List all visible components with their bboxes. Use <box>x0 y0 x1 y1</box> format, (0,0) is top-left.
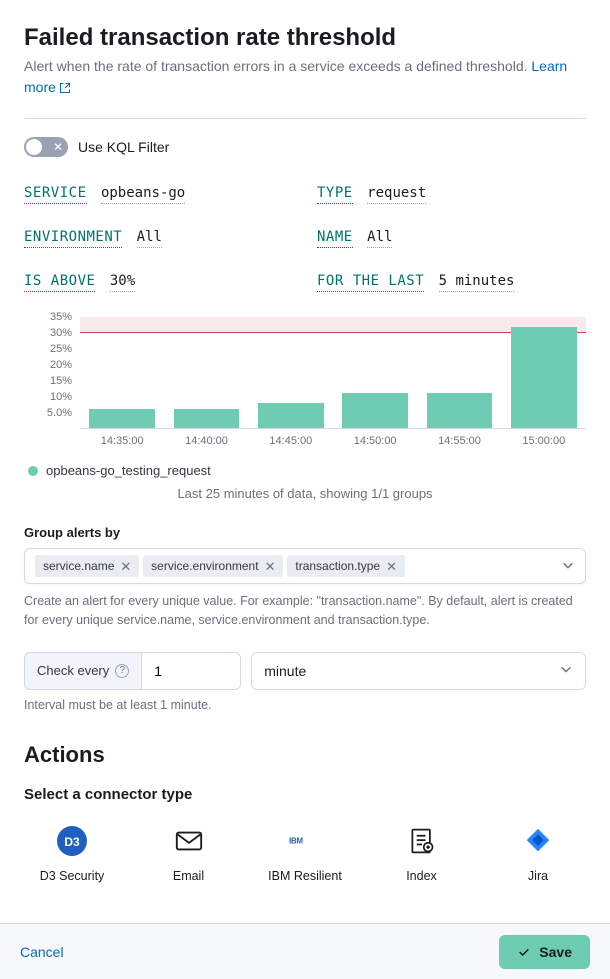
group-by-tag[interactable]: transaction.type✕ <box>287 555 405 577</box>
d3-icon: D3 <box>56 825 88 857</box>
group-by-help: Create an alert for every unique value. … <box>24 592 586 630</box>
for-last-field[interactable]: FOR THE LAST 5 minutes <box>317 273 586 289</box>
x-axis-tick: 14:40:00 <box>164 435 248 447</box>
x-axis-tick: 14:35:00 <box>80 435 164 447</box>
check-every-input[interactable] <box>141 652 241 690</box>
chevron-down-icon <box>559 662 573 679</box>
connector-label: Jira <box>528 869 548 883</box>
y-axis-tick: 15% <box>50 375 72 387</box>
chart-bar <box>258 403 324 428</box>
connector-jira[interactable]: Jira <box>490 825 586 883</box>
chart-bar <box>174 409 240 428</box>
chevron-down-icon <box>561 558 575 575</box>
y-axis-tick: 10% <box>50 391 72 403</box>
is-above-field[interactable]: IS ABOVE 30% <box>24 273 293 289</box>
connector-label: D3 Security <box>40 869 105 883</box>
connector-type-heading: Select a connector type <box>24 786 586 803</box>
connector-label: Email <box>173 869 204 883</box>
connector-d3[interactable]: D3 D3 Security <box>24 825 120 883</box>
service-field[interactable]: SERVICE opbeans-go <box>24 185 293 201</box>
y-axis-tick: 20% <box>50 359 72 371</box>
chart-legend: opbeans-go_testing_request <box>28 463 586 478</box>
remove-tag-icon[interactable]: ✕ <box>265 560 276 573</box>
y-axis-tick: 30% <box>50 327 72 339</box>
connector-index[interactable]: Index <box>374 825 470 883</box>
group-by-combo[interactable]: service.name✕ service.environment✕ trans… <box>24 548 586 584</box>
popout-icon <box>59 82 71 94</box>
chart-bar <box>511 327 577 428</box>
svg-text:IBM: IBM <box>289 837 303 846</box>
cancel-button[interactable]: Cancel <box>20 944 64 960</box>
connector-label: Index <box>406 869 437 883</box>
x-axis-tick: 14:50:00 <box>333 435 417 447</box>
ibm-icon: IBM <box>289 825 321 857</box>
page-title: Failed transaction rate threshold <box>24 24 586 52</box>
x-axis-tick: 15:00:00 <box>502 435 586 447</box>
group-by-tag[interactable]: service.name✕ <box>35 555 139 577</box>
bar-slot <box>502 317 586 428</box>
environment-field[interactable]: ENVIRONMENT All <box>24 229 293 245</box>
bar-slot <box>333 317 417 428</box>
check-every-unit-select[interactable]: minute <box>251 652 586 690</box>
footer-bar: Cancel Save <box>0 923 610 979</box>
page-description: Alert when the rate of transaction error… <box>24 56 586 98</box>
help-icon[interactable]: ? <box>115 664 129 678</box>
type-field[interactable]: TYPE request <box>317 185 586 201</box>
actions-heading: Actions <box>24 742 586 768</box>
x-axis-tick: 14:55:00 <box>417 435 501 447</box>
threshold-chart: 35%30%25%20%15%10%5.0% 14:35:0014:40:001… <box>24 317 586 447</box>
connector-email[interactable]: Email <box>141 825 237 883</box>
jira-icon <box>522 825 554 857</box>
y-axis-tick: 25% <box>50 343 72 355</box>
y-axis-tick: 5.0% <box>47 407 72 419</box>
divider <box>24 118 586 119</box>
kql-filter-toggle[interactable]: ✕ <box>24 137 68 157</box>
bar-slot <box>80 317 164 428</box>
chart-caption: Last 25 minutes of data, showing 1/1 gro… <box>24 486 586 501</box>
remove-tag-icon[interactable]: ✕ <box>386 560 397 573</box>
remove-tag-icon[interactable]: ✕ <box>120 560 131 573</box>
group-by-label: Group alerts by <box>24 525 586 540</box>
connector-ibm[interactable]: IBM IBM Resilient <box>257 825 353 883</box>
index-icon <box>406 825 438 857</box>
svg-text:D3: D3 <box>64 835 80 849</box>
bar-slot <box>164 317 248 428</box>
email-icon <box>173 825 205 857</box>
connector-label: IBM Resilient <box>268 869 342 883</box>
y-axis-tick: 35% <box>50 311 72 323</box>
check-icon <box>517 945 531 959</box>
chart-bar <box>342 393 408 428</box>
group-by-tag[interactable]: service.environment✕ <box>143 555 283 577</box>
x-axis-tick: 14:45:00 <box>249 435 333 447</box>
check-every-label: Check every ? <box>24 652 141 690</box>
chart-bar <box>89 409 155 428</box>
check-every-help: Interval must be at least 1 minute. <box>24 696 586 715</box>
kql-filter-label: Use KQL Filter <box>78 139 169 155</box>
bar-slot <box>249 317 333 428</box>
bar-slot <box>417 317 501 428</box>
chart-bar <box>427 393 493 428</box>
save-button[interactable]: Save <box>499 935 590 969</box>
close-icon: ✕ <box>53 139 63 155</box>
name-field[interactable]: NAME All <box>317 229 586 245</box>
legend-dot-icon <box>28 466 38 476</box>
